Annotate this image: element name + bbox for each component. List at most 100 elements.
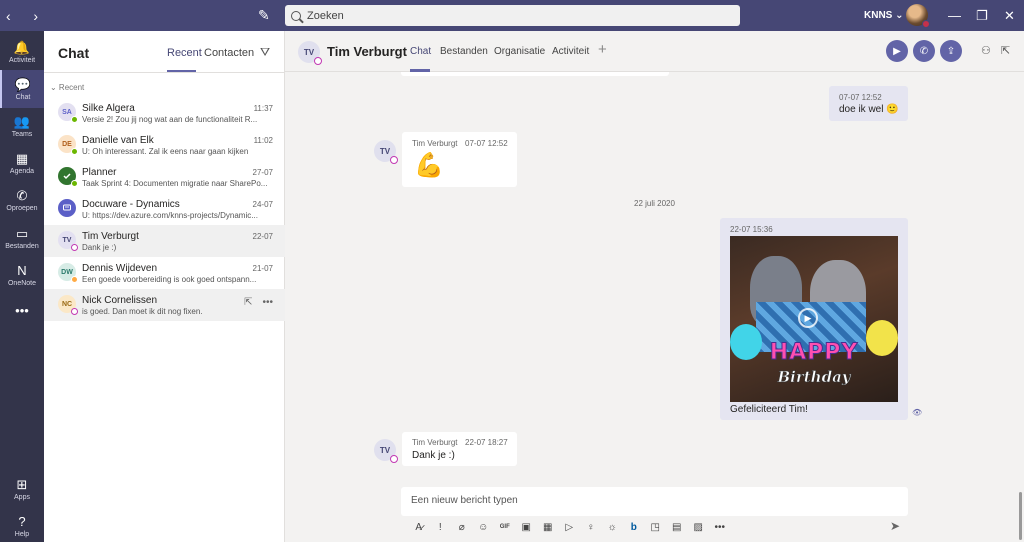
filter-icon[interactable]: ⛛: [260, 45, 270, 60]
chat-preview: Dank je :): [82, 243, 117, 252]
trello-icon[interactable]: ▤: [666, 522, 688, 533]
rail-item-files[interactable]: ▭ Bestanden: [0, 219, 44, 257]
message-received[interactable]: Tim Verburgt 22-07 18:27 Dank je :): [402, 432, 517, 466]
attach-icon[interactable]: ⌀: [451, 522, 473, 533]
rail-label: Chat: [15, 93, 31, 101]
message-avatar[interactable]: TV: [374, 140, 398, 164]
rail-item-agenda[interactable]: ▦ Agenda: [0, 144, 44, 182]
rail-item-activity[interactable]: 🔔 Activiteit: [0, 33, 44, 71]
rail-item-onenote[interactable]: N OneNote: [0, 256, 44, 294]
stream-icon[interactable]: ▷: [559, 522, 581, 533]
chat-name: Planner: [82, 167, 117, 178]
share-screen-button[interactable]: ⇪: [940, 40, 962, 62]
popout-chat-icon[interactable]: ⇱: [1001, 44, 1010, 57]
rail-item-chat[interactable]: 💬 Chat: [0, 70, 44, 108]
forward-button[interactable]: ›: [33, 8, 38, 24]
profile-avatar[interactable]: [906, 4, 930, 28]
presence-offline-icon: [71, 308, 78, 315]
gif-icon[interactable]: GIF: [494, 524, 516, 530]
schedule-meeting-icon[interactable]: ▦: [537, 522, 559, 533]
tab-contacts[interactable]: Contacten: [204, 47, 254, 59]
praise-icon[interactable]: ♀: [580, 522, 602, 533]
presence-busy-icon: [922, 20, 930, 28]
previous-message-edge: [401, 72, 669, 76]
chat-row-tim[interactable]: TV Tim Verburgt 22-07 Dank je :): [44, 225, 285, 257]
chat-name: Dennis Wijdeven: [82, 263, 158, 274]
divider: [44, 72, 285, 73]
message-sent-gif[interactable]: 22-07 15:36 ▶ HAPPY Birthday Gefelicitee…: [720, 218, 908, 420]
message-received[interactable]: Tim Verburgt 07-07 12:52 💪: [402, 132, 517, 187]
tab-recent[interactable]: Recent: [167, 47, 202, 59]
image-icon[interactable]: ▨: [688, 522, 710, 533]
chat-time: 27-07: [252, 168, 273, 177]
chat-row-danielle[interactable]: DE Danielle van Elk 11:02 U: Oh interess…: [44, 129, 285, 161]
teams-icon: 👥: [13, 113, 31, 129]
praise-badge-icon[interactable]: ◳: [645, 522, 667, 533]
more-apps-icon[interactable]: •••: [709, 522, 731, 533]
header-avatar[interactable]: TV: [298, 41, 322, 65]
rail-label: Teams: [11, 130, 33, 138]
emoji-icon[interactable]: ☺: [473, 522, 495, 533]
chat-time: 11:02: [253, 136, 273, 145]
tab-files[interactable]: Bestanden: [440, 46, 488, 57]
rail-item-more[interactable]: •••: [0, 293, 44, 331]
rail-label: OneNote: [7, 279, 37, 287]
chat-icon: 💬: [14, 76, 32, 92]
chat-title: Tim Verburgt: [327, 44, 407, 59]
chat-row-silke[interactable]: SA Silke Algera 11:37 Versie 2! Zou jij …: [44, 97, 285, 129]
add-tab-icon[interactable]: +: [598, 41, 607, 58]
chat-preview: Een goede voorbereiding is ook goed onts…: [82, 275, 257, 284]
avatar-initials: DE: [62, 140, 72, 148]
video-call-button[interactable]: ▶: [886, 40, 908, 62]
message-input[interactable]: [411, 495, 908, 506]
rail-item-help[interactable]: ? Help: [0, 507, 44, 542]
audio-call-button[interactable]: ✆: [913, 40, 935, 62]
chat-row-dennis[interactable]: DW Dennis Wijdeven 21-07 Een goede voorb…: [44, 257, 285, 289]
play-icon[interactable]: ▶: [798, 308, 818, 328]
add-people-icon[interactable]: ⚇: [981, 44, 991, 57]
search-box[interactable]: Zoeken: [285, 5, 740, 26]
tab-organization[interactable]: Organisatie: [494, 46, 545, 57]
chat-row-nick[interactable]: NC Nick Cornelissen ⇱ ••• is goed. Dan m…: [44, 289, 285, 321]
tab-activity[interactable]: Activiteit: [552, 46, 589, 57]
rail-item-teams[interactable]: 👥 Teams: [0, 107, 44, 145]
format-icon[interactable]: A̷: [408, 522, 430, 533]
tab-chat[interactable]: Chat: [410, 46, 431, 57]
maximize-button[interactable]: ❐: [976, 8, 988, 24]
apps-icon: ⊞: [16, 476, 28, 492]
avatar: TV: [58, 231, 78, 251]
avatar: SA: [58, 103, 78, 123]
message-caption: Gefeliciteerd Tim!: [730, 404, 808, 415]
compose-box[interactable]: [401, 487, 908, 516]
message-avatar[interactable]: TV: [374, 439, 398, 463]
insights-icon[interactable]: ☼: [602, 522, 624, 533]
avatar: DE: [58, 135, 78, 155]
presence-available-icon: [71, 116, 78, 123]
close-button[interactable]: ✕: [1004, 8, 1015, 24]
send-button[interactable]: ➤: [890, 519, 900, 533]
presence-away-icon: [71, 276, 78, 283]
chat-row-planner[interactable]: Planner 27-07 Taak Sprint 4: Documenten …: [44, 161, 285, 193]
minimize-button[interactable]: —: [948, 8, 961, 23]
bing-icon[interactable]: b: [623, 522, 645, 533]
chat-name: Silke Algera: [82, 103, 135, 114]
chat-preview: U: Oh interessant. Zal ik eens naar gaan…: [82, 147, 249, 156]
avatar-initials: TV: [62, 236, 72, 244]
back-button[interactable]: ‹: [6, 8, 11, 24]
rail-item-calls[interactable]: ✆ Oproepen: [0, 181, 44, 219]
rail-item-apps[interactable]: ⊞ Apps: [0, 470, 44, 508]
section-recent[interactable]: ⌄ Recent: [50, 83, 84, 92]
chat-row-docuware[interactable]: Docuware - Dynamics 24-07 U: https://dev…: [44, 193, 285, 225]
org-switcher[interactable]: KNNS ⌄: [864, 10, 904, 21]
important-icon[interactable]: !: [430, 522, 452, 533]
message-author: Tim Verburgt: [412, 139, 458, 148]
new-chat-icon[interactable]: ✎: [258, 7, 270, 24]
video-icon: ▶: [893, 45, 901, 57]
scrollbar[interactable]: [1019, 492, 1022, 540]
sticker-icon[interactable]: ▣: [516, 522, 538, 533]
avatar-initials: DW: [61, 268, 73, 276]
message-sent[interactable]: 07-07 12:52 doe ik wel 🙂: [829, 86, 908, 121]
birthday-gif[interactable]: ▶ HAPPY Birthday: [730, 236, 898, 402]
chat-bubble-glyph: [63, 204, 71, 211]
onenote-icon: N: [17, 262, 27, 278]
